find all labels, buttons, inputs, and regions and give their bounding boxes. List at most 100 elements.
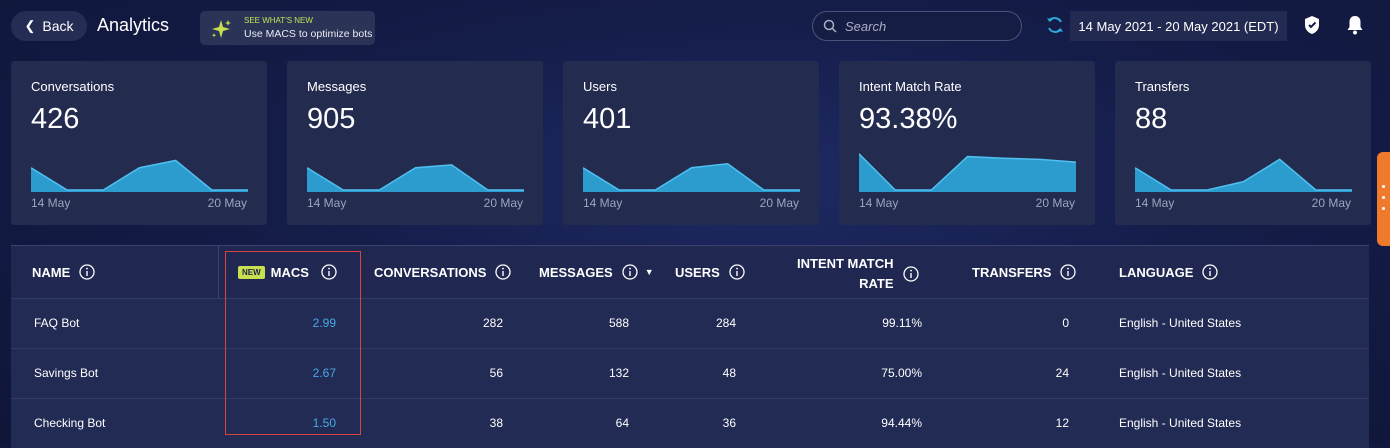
column-header-macs[interactable]: NEW MACS [238,264,337,280]
cell-conversations: 56 [489,366,503,380]
kpi-value: 426 [31,103,80,135]
info-icon[interactable] [622,264,638,280]
kpi-sparkline [583,163,800,192]
cell-transfers: 0 [1062,316,1069,330]
kpi-card-conversations[interactable]: Conversations 426 14 May 20 May [11,61,267,225]
cell-intent-match-rate: 94.44% [881,416,922,430]
kpi-start-date: 14 May [859,196,899,210]
new-badge: NEW [238,265,265,279]
kpi-title: Conversations [31,79,115,94]
cell-messages: 64 [615,416,629,430]
cell-transfers: 12 [1055,416,1069,430]
bell-icon[interactable] [1345,14,1365,36]
cell-users: 48 [722,366,736,380]
back-button[interactable]: ❮ Back [11,11,87,41]
info-icon[interactable] [79,264,95,280]
search-icon [823,19,837,33]
kpi-value: 401 [583,103,632,135]
kpi-title: Intent Match Rate [859,79,962,94]
column-header-language[interactable]: LANGUAGE [1119,264,1219,280]
kpi-card-messages[interactable]: Messages 905 14 May 20 May [287,61,543,225]
column-header-label: TRANSFERS [972,264,1052,280]
kpi-sparkline [31,159,248,192]
kpi-end-date: 20 May [1311,196,1351,210]
cell-messages: 588 [608,316,629,330]
kpi-card-intent-match-rate[interactable]: Intent Match Rate 93.38% 14 May 20 May [839,61,1095,225]
cell-language: English - United States [1119,316,1242,330]
column-header-conversations[interactable]: CONVERSATIONS [374,264,512,280]
kpi-sparkline [859,153,1076,192]
shield-icon[interactable] [1303,15,1321,35]
kpi-value: 93.38% [859,103,958,135]
column-header-label: LANGUAGE [1119,264,1194,280]
page-title: Analytics [97,15,170,35]
kpi-end-date: 20 May [483,196,523,210]
search-box[interactable] [812,11,1022,41]
kpi-sparkline [307,164,524,192]
table-row[interactable]: Savings Bot 2.67 56 132 48 75.00% 24 Eng… [11,348,1369,398]
sort-descending-icon[interactable]: ▼ [645,267,654,277]
dot-icon [1382,196,1385,199]
search-input[interactable] [843,17,1017,35]
cell-name[interactable]: Savings Bot [34,366,98,380]
kpi-title: Messages [307,79,367,94]
cell-name[interactable]: FAQ Bot [34,316,79,330]
kpi-end-date: 20 May [759,196,799,210]
column-header-label: MESSAGES [539,264,613,280]
cell-users: 36 [722,416,736,430]
cell-macs[interactable]: 2.99 [313,316,336,330]
date-range-picker[interactable]: 14 May 2021 - 20 May 2021 (EDT) [1070,11,1287,41]
dot-icon [1382,185,1385,188]
kpi-sparkline [1135,158,1352,192]
kpi-title: Transfers [1135,79,1190,94]
column-header-label: INTENT MATCH [797,256,894,271]
bots-table: NAME NEW MACS CONVERSATIONS MESSAGES ▼ U… [11,245,1369,448]
kpi-end-date: 20 May [207,196,247,210]
cell-macs[interactable]: 2.67 [313,366,336,380]
info-icon[interactable] [1060,264,1077,280]
info-icon[interactable] [495,264,512,280]
column-header-users[interactable]: USERS [675,264,745,280]
cell-conversations: 282 [482,316,503,330]
cell-language: English - United States [1119,416,1242,430]
kpi-start-date: 14 May [31,196,71,210]
dot-icon [1382,207,1385,210]
whats-new-banner[interactable]: SEE WHAT'S NEW Use MACS to optimize bots [200,11,375,45]
cell-users: 284 [715,316,736,330]
column-header-label: USERS [675,264,720,280]
info-icon[interactable] [321,264,337,280]
kpi-title: Users [583,79,617,94]
whats-new-heading: SEE WHAT'S NEW [244,16,313,25]
column-header-label: NAME [32,264,71,280]
column-header-transfers[interactable]: TRANSFERS [972,264,1077,280]
table-row[interactable]: FAQ Bot 2.99 282 588 284 99.11% 0 Englis… [11,298,1369,348]
refresh-icon[interactable] [1045,15,1065,35]
column-header-label: MACS [270,264,309,280]
whats-new-text: Use MACS to optimize bots [244,28,373,40]
column-header-label: CONVERSATIONS [374,264,487,280]
info-icon[interactable] [902,266,919,282]
info-icon[interactable] [729,264,745,280]
date-range-label: 14 May 2021 - 20 May 2021 (EDT) [1078,18,1279,34]
cell-name[interactable]: Checking Bot [34,416,105,430]
kpi-value: 905 [307,103,356,135]
sparkle-icon [211,20,231,38]
column-header-name[interactable]: NAME [32,264,95,280]
kpi-end-date: 20 May [1035,196,1075,210]
info-icon[interactable] [1202,264,1219,280]
column-header-messages[interactable]: MESSAGES ▼ [539,264,654,280]
table-row[interactable]: Checking Bot 1.50 38 64 36 94.44% 12 Eng… [11,398,1369,448]
cell-transfers: 24 [1055,366,1069,380]
cell-messages: 132 [608,366,629,380]
kpi-card-users[interactable]: Users 401 14 May 20 May [563,61,819,225]
cell-macs[interactable]: 1.50 [313,416,336,430]
cell-intent-match-rate: 75.00% [881,366,922,380]
cell-conversations: 38 [489,416,503,430]
column-header-label: RATE [859,276,894,291]
column-header-intent-match-rate[interactable]: INTENT MATCH RATE [797,254,919,294]
back-label: Back [42,18,74,34]
kpi-card-transfers[interactable]: Transfers 88 14 May 20 May [1115,61,1371,225]
kpi-value: 88 [1135,103,1168,135]
kpi-start-date: 14 May [307,196,347,210]
side-panel-tab[interactable] [1377,152,1390,246]
